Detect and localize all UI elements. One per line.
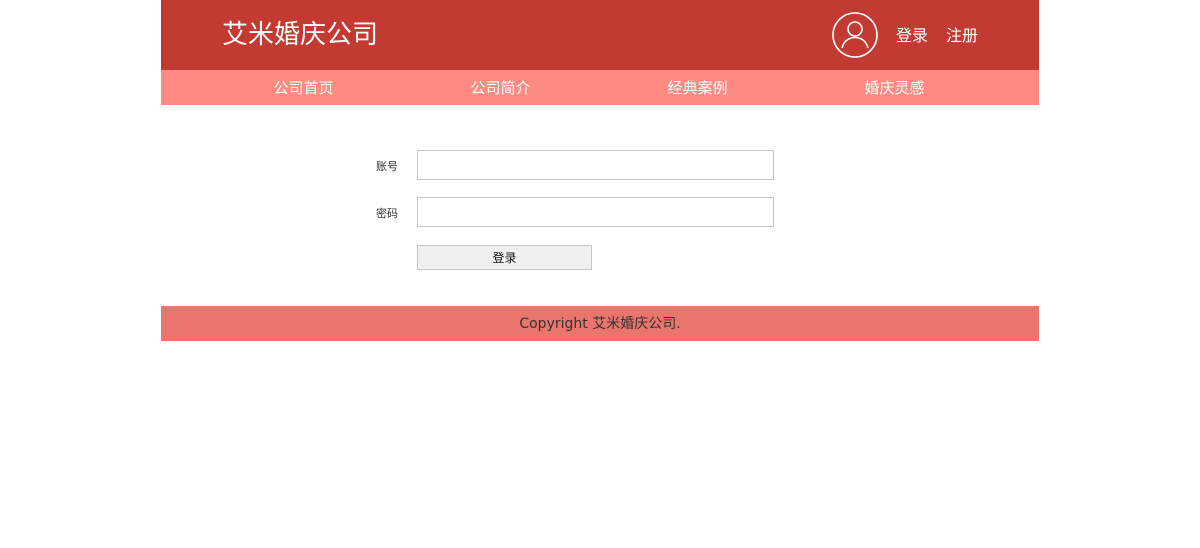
site-footer: Copyright 艾米婚庆公司. <box>161 306 1039 341</box>
user-avatar-icon[interactable] <box>832 12 878 58</box>
login-submit-button[interactable]: 登录 <box>417 245 592 270</box>
site-brand: 艾米婚庆公司 <box>222 20 379 50</box>
account-label: 账号 <box>376 160 398 173</box>
login-form: 账号 密码 登录 <box>161 105 1039 306</box>
account-input[interactable] <box>417 150 774 180</box>
password-label: 密码 <box>376 207 398 220</box>
nav-item-cases[interactable]: 经典案例 <box>599 70 796 105</box>
page: 艾米婚庆公司 登录 注册 公司首页 公司简介 经典案例 婚庆灵感 账号 密码 登… <box>0 0 1200 548</box>
page-container: 艾米婚庆公司 登录 注册 公司首页 公司简介 经典案例 婚庆灵感 账号 密码 登… <box>161 0 1039 341</box>
login-link[interactable]: 登录 <box>896 0 928 70</box>
site-header: 艾米婚庆公司 登录 注册 <box>161 0 1039 70</box>
nav-item-about[interactable]: 公司简介 <box>402 70 599 105</box>
register-link[interactable]: 注册 <box>946 0 978 70</box>
password-input[interactable] <box>417 197 774 227</box>
nav-item-inspiration[interactable]: 婚庆灵感 <box>796 70 993 105</box>
nav-item-home[interactable]: 公司首页 <box>205 70 402 105</box>
main-nav: 公司首页 公司简介 经典案例 婚庆灵感 <box>161 70 1039 105</box>
